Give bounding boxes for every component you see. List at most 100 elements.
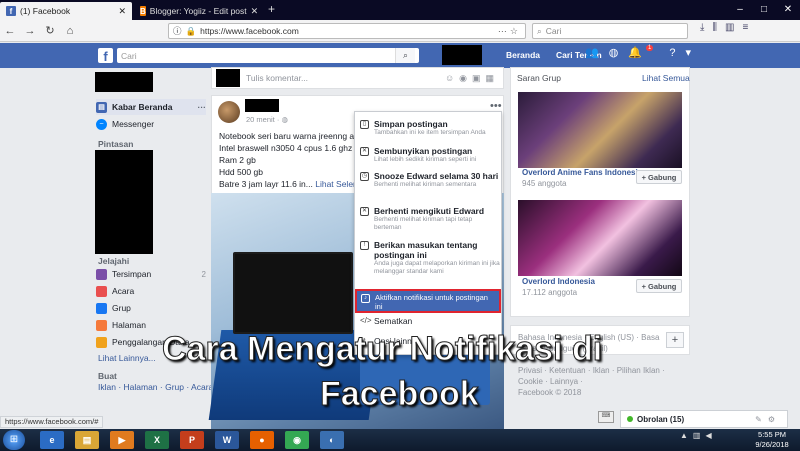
feedback-icon: ! — [360, 241, 369, 250]
menu-item[interactable]: ✕ Sembunyikan postingan Lihat lebih sediki… — [360, 146, 500, 164]
comment-composer[interactable]: Tulis komentar... ☺◉▣▦ — [211, 67, 504, 89]
lihat-semua-link[interactable]: Lihat Semua — [642, 73, 690, 83]
browser-search-bar[interactable]: ⌕ Cari — [532, 23, 688, 39]
taskbar-powerpoint-icon[interactable]: P — [180, 431, 204, 449]
tab-label: Blogger: Yogiiz - Edit post — [149, 6, 247, 16]
sidebar-icon[interactable]: ▥ — [725, 22, 734, 33]
notifications-icon[interactable]: 🔔 — [628, 46, 642, 59]
taskbar-chrome-icon[interactable]: ◉ — [285, 431, 309, 449]
menu-item[interactable]: ! Berikan masukan tentang postingan ini An… — [360, 240, 500, 276]
reload-icon[interactable]: ↻ — [40, 24, 60, 37]
tab-facebook[interactable]: f (1) Facebook ✕ — [0, 2, 132, 20]
avatar — [216, 69, 240, 87]
photo-laptop-screen — [233, 252, 353, 334]
chat-tools-icon[interactable]: ✎⚙ — [755, 415, 781, 424]
avatar[interactable] — [218, 101, 240, 123]
back-arrow-icon[interactable]: ← — [0, 25, 20, 37]
menu-item[interactable]: ✕ Berhenti mengikuti Edward Berhenti melih… — [360, 206, 500, 232]
sidebar-item-grup[interactable]: Grup — [96, 300, 206, 316]
saran-grup-heading: Saran Grup — [517, 73, 561, 83]
account-menu-icon[interactable]: ▾ — [685, 46, 691, 59]
news-feed-icon: ▤ — [96, 101, 107, 113]
calendar-icon — [96, 285, 107, 297]
library-icon[interactable]: ⫼ — [712, 22, 717, 33]
taskbar-clock[interactable]: 5:55 PM 9/26/2018 — [748, 430, 796, 450]
add-language-button[interactable]: + — [666, 332, 684, 348]
volume-icon[interactable]: ◀ — [705, 431, 711, 440]
join-group-button[interactable]: + Gabung — [636, 170, 682, 184]
post-time[interactable]: 20 menit · ◍ — [246, 115, 288, 124]
post-line: Ram 2 gb — [219, 155, 256, 165]
search-icon[interactable]: ⌕ — [395, 48, 415, 63]
new-tab-button[interactable]: + — [268, 2, 275, 16]
nav-beranda[interactable]: Beranda — [506, 48, 540, 63]
pintasan-heading: Pintasan — [98, 139, 134, 149]
menu-item-aktifkan-notifikasi[interactable]: ♪ Aktifkan notifikasi untuk postingan in… — [355, 289, 501, 313]
sidebar-item-messenger[interactable]: ~ Messenger — [96, 116, 206, 132]
hide-icon: ✕ — [360, 147, 369, 156]
composer-icons[interactable]: ☺◉▣▦ — [445, 73, 499, 84]
more-options-icon[interactable]: ··· — [198, 102, 207, 112]
embed-icon: </> — [360, 316, 372, 325]
url-text[interactable]: https://www.facebook.com — [200, 26, 299, 36]
forward-arrow-icon[interactable]: → — [20, 25, 40, 37]
taskbar-media-icon[interactable]: ▶ — [110, 431, 134, 449]
home-icon[interactable]: ⌂ — [60, 25, 80, 37]
taskbar-other-icon[interactable]: ◐ — [320, 431, 344, 449]
chat-bar[interactable]: Obrolan (15) ✎⚙ — [620, 410, 788, 428]
menu-item[interactable]: ◷ Snooze Edward selama 30 hari Berhenti me… — [360, 171, 500, 189]
group-name[interactable]: Overlord Indonesia — [522, 277, 595, 286]
maximize-button[interactable]: □ — [752, 0, 776, 20]
close-tab-icon[interactable]: ✕ — [251, 6, 259, 17]
tab-blogger[interactable]: B Blogger: Yogiiz - Edit post ✕ — [134, 2, 264, 20]
profile-name-redacted[interactable] — [442, 45, 482, 65]
group-cover-image[interactable] — [518, 92, 682, 168]
help-icon[interactable]: ? — [669, 47, 675, 59]
url-bar[interactable]: ⓘ 🔒 https://www.facebook.com ⋯☆ — [168, 23, 526, 39]
download-icon[interactable]: ⤓ — [700, 22, 704, 33]
sidebar-item-tersimpan[interactable]: Tersimpan 2 — [96, 266, 206, 282]
group-members: 945 anggota — [522, 179, 567, 188]
sidebar-item-acara[interactable]: Acara — [96, 283, 206, 299]
menu-item-text: Sembunyikan postingan Lihat lebih sedikit… — [374, 146, 476, 164]
group-cover-image[interactable] — [518, 200, 682, 276]
taskbar-explorer-icon[interactable]: ▤ — [75, 431, 99, 449]
comment-placeholder: Tulis komentar... — [246, 73, 309, 83]
minimize-button[interactable]: – — [728, 0, 752, 20]
close-window-button[interactable]: ✕ — [776, 0, 800, 20]
start-button[interactable]: ⊞ — [3, 430, 25, 450]
profile-name-redacted[interactable] — [95, 72, 153, 92]
group-name[interactable]: Overlord Anime Fans Indonesia — [522, 168, 642, 177]
info-icon[interactable]: ⓘ — [173, 25, 182, 37]
lihat-lainnya-link[interactable]: Lihat Lainnya... — [98, 353, 156, 363]
facebook-header-icons: 👥 ◍ 🔔 1 ? ▾ — [585, 44, 691, 59]
footer-links[interactable]: Cookie · Lainnya · — [518, 377, 583, 386]
menu-item-title: Aktifkan notifikasi untuk postingan ini — [375, 293, 488, 311]
author-name-redacted[interactable] — [245, 99, 279, 112]
menu-icon[interactable]: ≡ — [742, 22, 748, 33]
menu-item-subtitle: Berhenti melihat kiriman sementara — [374, 181, 477, 188]
taskbar-word-icon[interactable]: W — [215, 431, 239, 449]
facebook-logo-icon[interactable]: f — [98, 48, 113, 64]
taskbar-ie-icon[interactable]: e — [40, 431, 64, 449]
lock-icon[interactable]: 🔒 — [186, 26, 197, 37]
join-group-button[interactable]: + Gabung — [636, 279, 682, 293]
network-icon[interactable]: ▥ — [693, 431, 701, 440]
window-controls: – □ ✕ — [728, 0, 800, 20]
shortcuts-redacted[interactable] — [95, 150, 153, 254]
messenger-icon: ~ — [96, 118, 107, 130]
close-tab-icon[interactable]: ✕ — [118, 6, 126, 17]
facebook-search-input[interactable]: Cari ⌕ — [117, 48, 419, 63]
page-actions-icon[interactable]: ⋯☆ — [498, 26, 521, 37]
taskbar-firefox-icon[interactable]: ● — [250, 431, 274, 449]
tray-arrow-icon[interactable]: ▲ — [680, 431, 688, 440]
menu-item-sematkan[interactable]: </> Sematkan — [360, 316, 500, 326]
keyboard-icon[interactable]: ⌨ — [598, 411, 614, 423]
taskbar-excel-icon[interactable]: X — [145, 431, 169, 449]
menu-item[interactable]: ▯ Simpan postingan Tambahkan ini ke item t… — [360, 119, 500, 137]
buat-links[interactable]: Iklan · Halaman · Grup · Acara — [98, 382, 213, 392]
sidebar-item-kabar-beranda[interactable]: ▤ Kabar Beranda ··· — [96, 99, 206, 115]
friend-requests-icon[interactable]: 👥 — [585, 46, 599, 59]
menu-item-title: Simpan postingan — [374, 119, 448, 129]
messenger-icon[interactable]: ◍ — [609, 46, 619, 59]
